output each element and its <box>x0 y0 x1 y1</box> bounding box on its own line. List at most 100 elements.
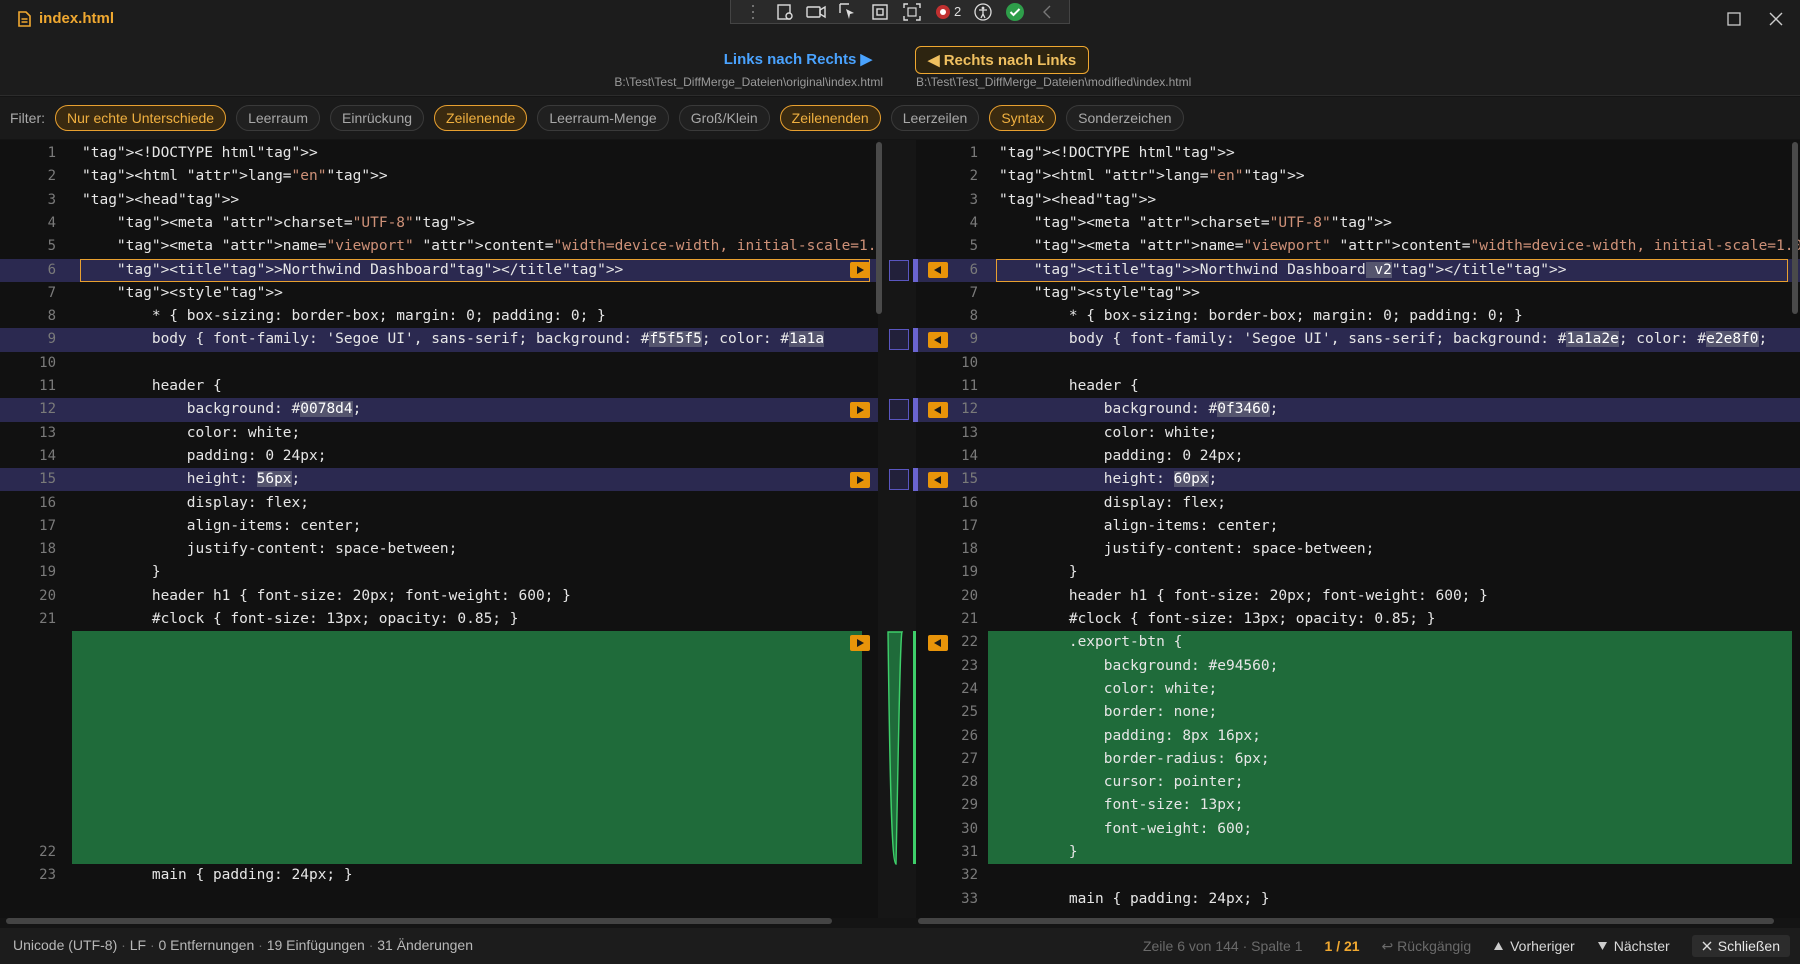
code-line[interactable]: 33 main { padding: 24px; } <box>916 888 1800 911</box>
code-line[interactable]: 5 "tag"><meta "attr">name="viewport" "at… <box>916 235 1800 258</box>
code-line[interactable]: 11 header { <box>916 375 1800 398</box>
right-horizontal-scrollbar[interactable] <box>918 918 1774 924</box>
code-line[interactable]: 29 font-size: 13px; <box>916 794 1800 817</box>
copy-left-arrow-icon[interactable] <box>928 331 948 348</box>
code-line[interactable]: 14 padding: 0 24px; <box>0 445 878 468</box>
right-to-left-button[interactable]: ◀ Rechts nach Links <box>915 46 1090 74</box>
code-line[interactable]: 8 * { box-sizing: border-box; margin: 0;… <box>916 305 1800 328</box>
left-vertical-scrollbar[interactable] <box>876 142 882 314</box>
filter-chip[interactable]: Zeilenenden <box>779 105 881 131</box>
code-line[interactable]: 13 color: white; <box>916 422 1800 445</box>
copy-right-arrow-icon[interactable] <box>850 262 870 278</box>
copy-left-arrow-icon[interactable] <box>928 262 948 278</box>
copy-right-arrow-icon[interactable] <box>850 471 870 488</box>
left-code-pane[interactable]: 1 "tag"><!DOCTYPE html"tag">> 2 "tag"><html… <box>0 140 878 918</box>
code-line[interactable]: 11 header { <box>0 375 878 398</box>
code-line[interactable]: 19 } <box>0 561 878 584</box>
next-button[interactable]: Nächster <box>1597 938 1670 954</box>
code-line[interactable] <box>0 771 878 794</box>
code-line[interactable]: 32 <box>916 864 1800 887</box>
code-line[interactable]: 12 background: #0078d4; <box>0 398 878 422</box>
code-line[interactable]: 10 <box>916 352 1800 375</box>
code-line[interactable]: 10 <box>0 352 878 375</box>
code-line[interactable]: 15 height: 60px; <box>916 468 1800 492</box>
filter-chip[interactable]: Leerraum <box>236 105 320 131</box>
filter-chip[interactable]: Syntax <box>989 105 1057 131</box>
code-line[interactable] <box>0 701 878 724</box>
copy-left-arrow-icon[interactable] <box>928 401 948 418</box>
left-to-right-button[interactable]: Links nach Rechts ▶ <box>724 50 872 68</box>
code-line[interactable]: 1 "tag"><!DOCTYPE html"tag">> <box>0 142 878 165</box>
copy-right-arrow-icon[interactable] <box>850 634 870 651</box>
right-vertical-scrollbar[interactable] <box>1792 142 1798 314</box>
line-ending-status[interactable]: LF <box>130 937 146 953</box>
region-capture-icon[interactable] <box>899 2 925 22</box>
filter-chip[interactable]: Nur echte Unterschiede <box>55 105 227 131</box>
accessibility-icon[interactable] <box>970 2 996 22</box>
code-line[interactable]: 21 #clock { font-size: 13px; opacity: 0.… <box>916 608 1800 631</box>
check-icon[interactable] <box>1002 2 1028 22</box>
code-line[interactable]: 15 height: 56px; <box>0 468 878 492</box>
code-line[interactable]: 25 border: none; <box>916 701 1800 724</box>
code-line[interactable] <box>0 794 878 817</box>
code-line[interactable] <box>0 725 878 748</box>
copy-left-arrow-icon[interactable] <box>928 634 948 651</box>
code-line[interactable]: 2 "tag"><html "attr">lang="en""tag">> <box>0 165 878 188</box>
left-horizontal-scrollbar[interactable] <box>6 918 832 924</box>
code-line[interactable]: 9 body { font-family: 'Segoe UI', sans-s… <box>0 328 878 352</box>
filter-chip[interactable]: Groß/Klein <box>678 105 770 131</box>
code-line[interactable]: 16 display: flex; <box>0 492 878 515</box>
code-line[interactable] <box>0 678 878 701</box>
undo-button[interactable]: ↩ Rückgängig <box>1382 938 1472 955</box>
filter-chip[interactable]: Zeilenende <box>434 105 528 131</box>
code-line[interactable]: 28 cursor: pointer; <box>916 771 1800 794</box>
code-line[interactable]: 17 align-items: center; <box>916 515 1800 538</box>
close-window-icon[interactable] <box>1762 6 1790 32</box>
filter-chip[interactable]: Leerraum-Menge <box>537 105 669 131</box>
code-line[interactable]: 12 background: #0f3460; <box>916 398 1800 422</box>
code-line[interactable]: 17 align-items: center; <box>0 515 878 538</box>
filter-chip[interactable]: Sonderzeichen <box>1066 105 1184 131</box>
code-line[interactable]: 2 "tag"><html "attr">lang="en""tag">> <box>916 165 1800 188</box>
code-line[interactable]: 3 "tag"><head"tag">> <box>0 189 878 212</box>
code-line[interactable]: 5 "tag"><meta "attr">name="viewport" "at… <box>0 235 878 258</box>
code-line[interactable]: 4 "tag"><meta "attr">charset="UTF-8""tag… <box>916 212 1800 235</box>
code-line[interactable]: 22 <box>0 841 878 864</box>
code-line[interactable]: 7 "tag"><style"tag">> <box>0 282 878 305</box>
code-line[interactable]: 14 padding: 0 24px; <box>916 445 1800 468</box>
diff-link-marker[interactable] <box>889 259 909 281</box>
diff-link-marker[interactable] <box>889 399 909 421</box>
code-line[interactable] <box>0 631 878 654</box>
code-line[interactable]: 20 header h1 { font-size: 20px; font-wei… <box>916 585 1800 608</box>
copy-left-arrow-icon[interactable] <box>928 471 948 488</box>
encoding-status[interactable]: Unicode (UTF-8) <box>13 937 117 953</box>
code-line[interactable]: 7 "tag"><style"tag">> <box>916 282 1800 305</box>
code-line[interactable]: 27 border-radius: 6px; <box>916 748 1800 771</box>
copy-right-arrow-icon[interactable] <box>850 401 870 418</box>
video-icon[interactable] <box>803 2 829 22</box>
code-line[interactable]: 16 display: flex; <box>916 492 1800 515</box>
code-line[interactable]: 26 padding: 8px 16px; <box>916 725 1800 748</box>
code-line[interactable] <box>0 655 878 678</box>
code-line[interactable]: 8 * { box-sizing: border-box; margin: 0;… <box>0 305 878 328</box>
maximize-icon[interactable] <box>1720 6 1748 32</box>
code-line[interactable]: 9 body { font-family: 'Segoe UI', sans-s… <box>916 328 1800 352</box>
collapse-chevron-icon[interactable] <box>1034 2 1060 22</box>
drag-handle-icon[interactable] <box>740 2 766 22</box>
bug-badge-icon[interactable]: 2 <box>931 2 965 22</box>
code-line[interactable]: 1 "tag"><!DOCTYPE html"tag">> <box>916 142 1800 165</box>
code-line[interactable]: 20 header h1 { font-size: 20px; font-wei… <box>0 585 878 608</box>
filter-chip[interactable]: Einrückung <box>330 105 425 131</box>
code-line[interactable]: 23 background: #e94560; <box>916 655 1800 678</box>
code-line[interactable]: 4 "tag"><meta "attr">charset="UTF-8""tag… <box>0 212 878 235</box>
settings-sheet-icon[interactable] <box>772 2 798 22</box>
right-code-pane[interactable]: 1 "tag"><!DOCTYPE html"tag">> 2 "tag"><html… <box>916 140 1800 918</box>
previous-button[interactable]: Vorheriger <box>1493 938 1575 954</box>
filter-chip[interactable]: Leerzeilen <box>890 105 980 131</box>
code-line[interactable]: 18 justify-content: space-between; <box>0 538 878 561</box>
code-line[interactable]: 13 color: white; <box>0 422 878 445</box>
code-line[interactable]: 31 } <box>916 841 1800 864</box>
code-line[interactable]: 24 color: white; <box>916 678 1800 701</box>
close-button[interactable]: Schließen <box>1691 935 1790 957</box>
code-line[interactable] <box>0 748 878 771</box>
